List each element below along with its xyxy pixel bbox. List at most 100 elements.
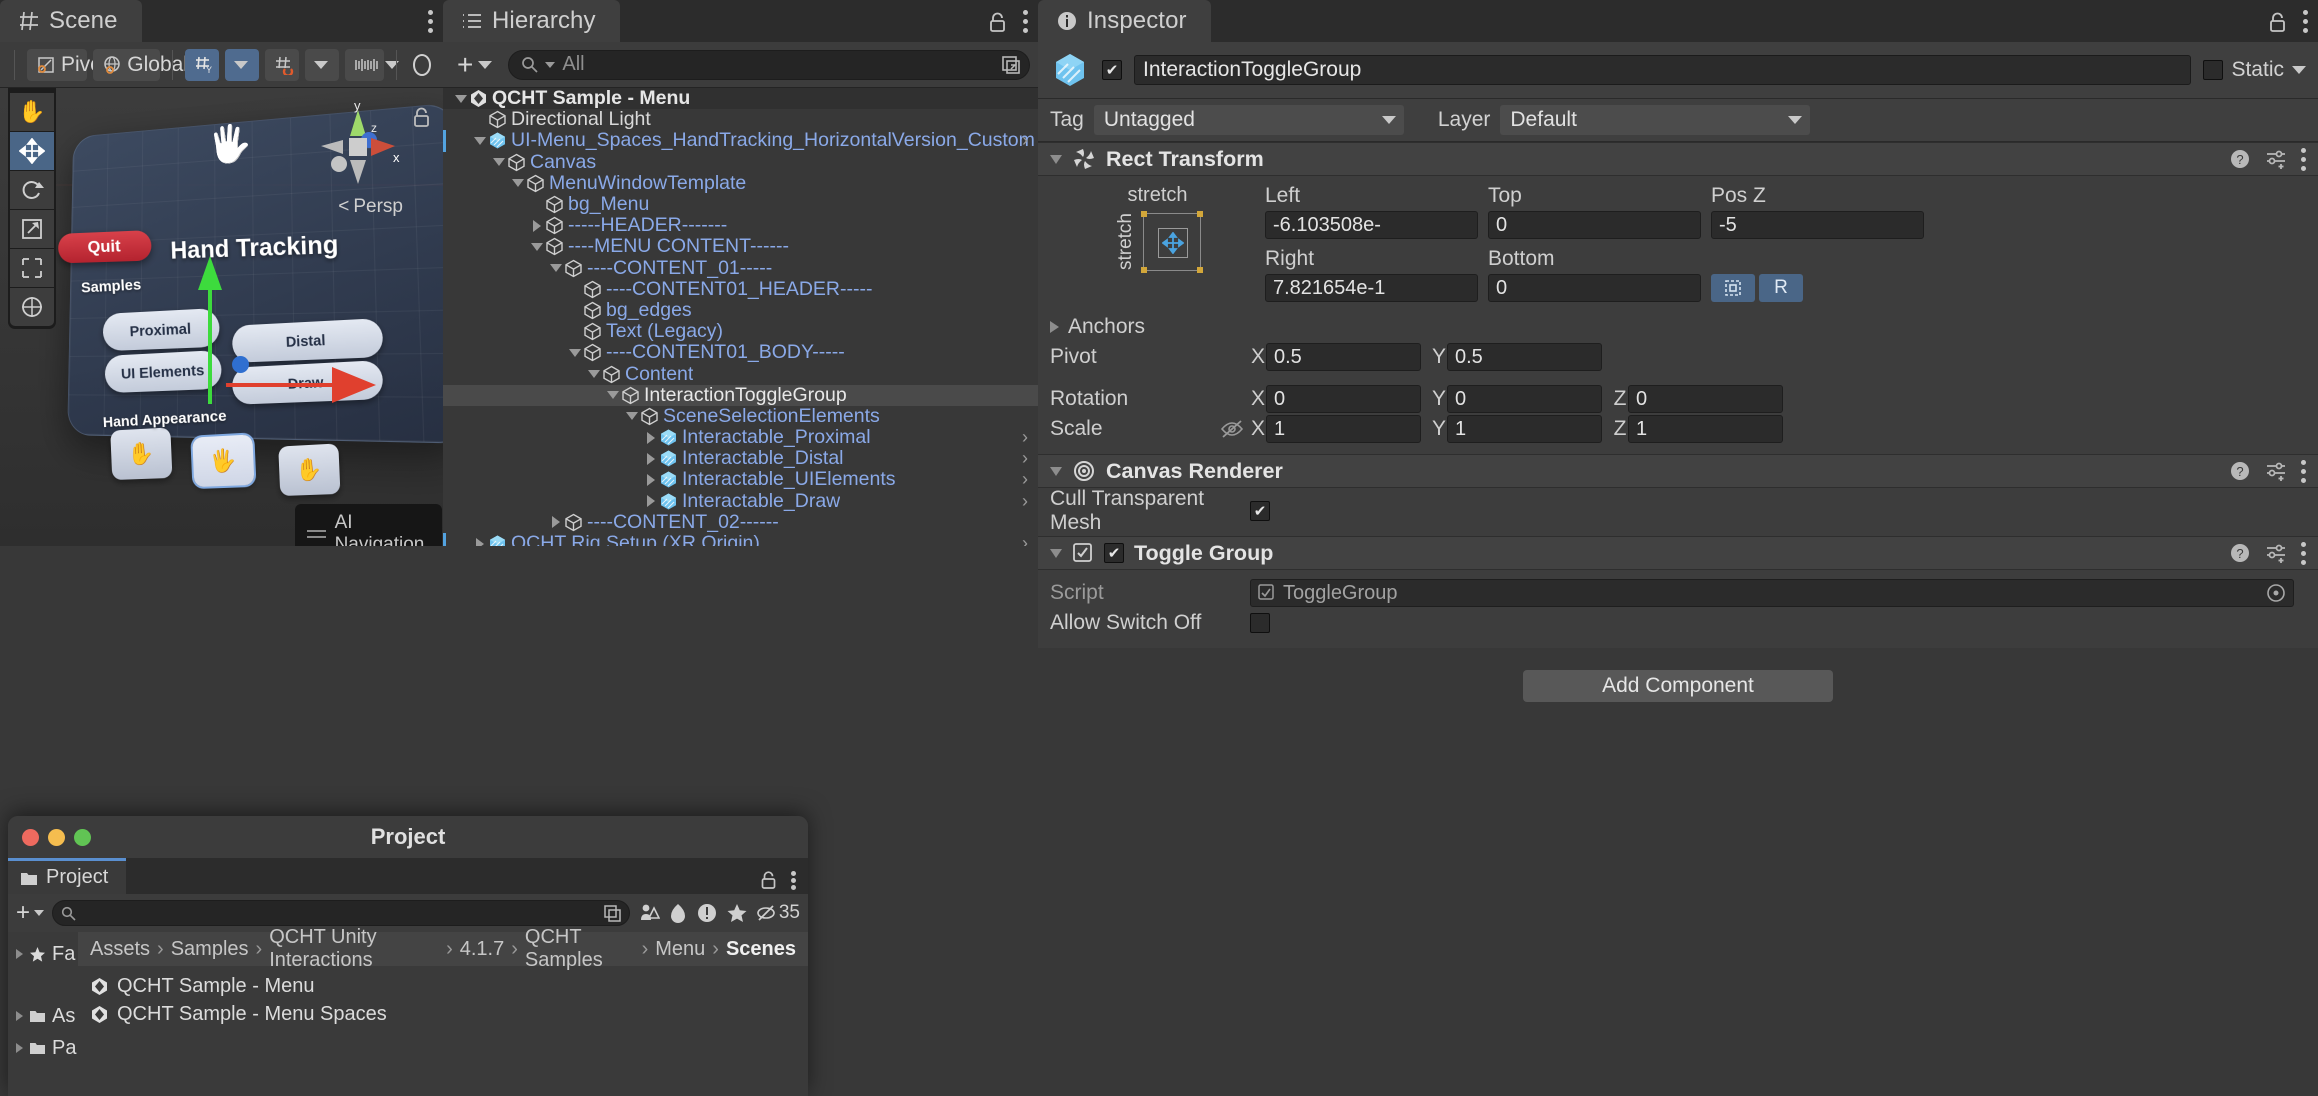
hand-mesh-card[interactable]: ✋ [278,443,340,496]
hierarchy-item[interactable]: Text (Legacy) [443,321,1038,342]
grid-snap-dropdown[interactable] [305,49,339,81]
hierarchy-item[interactable]: Interactable_UIElements › [443,469,1038,490]
rotation-z-field[interactable]: 0 [1628,385,1783,413]
rotation-y-field[interactable]: 0 [1447,385,1602,413]
hand-tool[interactable]: ✋ [10,93,54,131]
scale-z-field[interactable]: 1 [1628,415,1783,443]
breadcrumb-item[interactable]: Samples [171,938,249,961]
chevron-down-icon[interactable] [1050,467,1062,476]
hierarchy-item[interactable]: UI-Menu_Spaces_HandTracking_HorizontalVe… [443,130,1038,151]
project-left-tree[interactable]: Fa As Pa [8,932,78,1096]
project-add-button[interactable]: + [16,901,44,925]
drag-handle-icon[interactable] [307,526,326,542]
hierarchy-item[interactable]: -----HEADER------- [443,215,1038,236]
left-field[interactable]: -6.103508e- [1265,211,1478,239]
chevron-down-icon[interactable] [2292,66,2306,74]
chevron-right-icon[interactable] [643,453,659,465]
tab-hierarchy[interactable]: Hierarchy [443,0,620,42]
hierarchy-search-input[interactable]: All [508,50,1030,80]
prefab-open-chevron-icon[interactable]: › [1022,427,1028,448]
grid-snap-button[interactable] [265,49,299,81]
chevron-right-icon[interactable] [548,516,564,528]
chevron-down-icon[interactable] [453,95,469,103]
label-filter-icon[interactable] [668,902,688,924]
help-icon[interactable]: ? [2229,148,2251,170]
pivot-x-field[interactable]: 0.5 [1266,343,1421,371]
breadcrumb-item[interactable]: 4.1.7 [460,938,504,961]
ruler-button[interactable] [345,49,384,81]
prefab-open-chevron-icon[interactable]: › [1022,130,1028,151]
right-field[interactable]: 7.821654e-1 [1265,274,1478,302]
tab-inspector[interactable]: Inspector [1038,0,1211,42]
hierarchy-item[interactable]: Directional Light [443,109,1038,130]
raw-icon[interactable]: R [1759,274,1803,302]
toggle-group-header[interactable]: Toggle Group ? [1038,536,2318,570]
move-tool[interactable] [10,132,54,170]
toggle-group-enabled-checkbox[interactable] [1104,543,1124,563]
chevron-down-icon[interactable] [1050,549,1062,558]
breadcrumb-item[interactable]: QCHT Samples [525,926,635,972]
hierarchy-item[interactable]: Interactable_Distal › [443,448,1038,469]
inspector-lock-icon[interactable] [2268,11,2287,33]
pivot-button[interactable]: Pivot [27,49,87,81]
star-filter-icon[interactable] [726,902,748,924]
asset-row[interactable]: QCHT Sample - Menu [78,972,808,1000]
hierarchy-item[interactable]: QCHT Sample - Menu [443,88,1038,109]
maximize-window-button[interactable] [74,829,91,846]
hierarchy-item[interactable]: ----CONTENT01_HEADER----- [443,279,1038,300]
quit-button[interactable]: Quit [58,230,152,263]
preset-icon[interactable] [2265,460,2287,482]
warning-filter-icon[interactable] [696,902,718,924]
project-tree-favorites[interactable]: Fa [8,938,78,970]
chevron-down-icon[interactable] [567,349,583,357]
hierarchy-options-kebab[interactable] [1023,10,1028,33]
chevron-right-icon[interactable] [643,495,659,507]
scene-viewport[interactable]: Quit Hand Tracking Samples Proximal Dist… [0,88,443,546]
toggle-group-kebab[interactable] [2301,542,2306,565]
chevron-right-icon[interactable] [643,474,659,486]
chevron-down-icon[interactable] [586,370,602,378]
distal-button[interactable]: Distal [232,318,384,363]
transform-tool[interactable] [10,288,54,326]
asset-row[interactable]: QCHT Sample - Menu Spaces [78,1000,808,1028]
project-options-kebab[interactable] [791,871,796,890]
scale-tool[interactable] [10,210,54,248]
object-enabled-checkbox[interactable] [1102,60,1122,80]
breadcrumb-item[interactable]: Menu [655,938,705,961]
hierarchy-item[interactable]: Canvas [443,152,1038,173]
tab-project[interactable]: Project [8,858,126,894]
hierarchy-item[interactable]: bg_Menu [443,194,1038,215]
chevron-down-icon[interactable] [491,158,507,166]
chevron-right-icon[interactable] [529,220,545,232]
project-titlebar[interactable]: Project [8,816,808,858]
orientation-gizmo[interactable]: y z x [313,102,403,192]
chevron-down-icon[interactable] [1050,155,1062,164]
rotate-tool[interactable] [10,171,54,209]
anchor-preset-widget[interactable] [1143,213,1201,271]
project-tree-packages[interactable]: Pa [8,1032,78,1064]
chevron-right-icon[interactable] [472,538,488,546]
hierarchy-lock-icon[interactable] [988,11,1007,33]
bottom-field[interactable]: 0 [1488,274,1701,302]
scale-lock-off-icon[interactable] [1220,418,1250,440]
project-tree-assets[interactable]: As [8,1000,78,1032]
hierarchy-item[interactable]: ----CONTENT_02------ [443,512,1038,533]
hierarchy-item[interactable]: SceneSelectionElements [443,406,1038,427]
hierarchy-item[interactable]: MenuWindowTemplate [443,173,1038,194]
object-name-field[interactable]: InteractionToggleGroup [1134,55,2191,85]
minimize-window-button[interactable] [48,829,65,846]
close-window-button[interactable] [22,829,39,846]
chevron-down-icon[interactable] [529,243,545,251]
hierarchy-item[interactable]: ----MENU CONTENT------ [443,236,1038,257]
hierarchy-item[interactable]: InteractionToggleGroup [443,385,1038,406]
cull-transparent-mesh-checkbox[interactable] [1250,501,1270,521]
picker-icon[interactable] [1001,55,1021,75]
chevron-down-icon[interactable] [624,412,640,420]
anchors-foldout[interactable]: Anchors [1038,312,2318,342]
rect-transform-kebab[interactable] [2301,148,2306,171]
chevron-down-icon[interactable] [510,179,526,187]
prefab-open-chevron-icon[interactable]: › [1022,469,1028,490]
hierarchy-item[interactable]: bg_edges [443,300,1038,321]
grid-axis-dropdown[interactable] [225,49,259,81]
chevron-down-icon[interactable] [605,391,621,399]
